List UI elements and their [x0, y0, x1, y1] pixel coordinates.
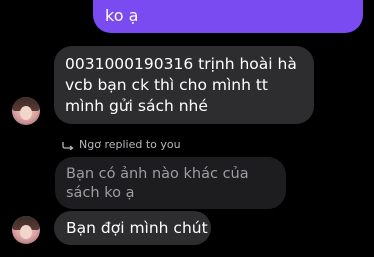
outgoing-message-text: ko ạ — [105, 6, 139, 25]
quoted-message-text: Bạn có ảnh nào khác của sách ko ạ — [66, 166, 249, 201]
reply-arrow-icon — [62, 141, 74, 150]
incoming-message-bubble[interactable]: Bạn đợi mình chút — [54, 211, 211, 245]
sender-avatar[interactable] — [12, 216, 40, 244]
chat-thread: ko ạ 0031000190316 trịnh hoài hà vcb bạn… — [0, 0, 374, 257]
reply-label: Ngơ replied to you — [79, 138, 181, 151]
quoted-message-bubble[interactable]: Bạn có ảnh nào khác của sách ko ạ — [55, 157, 286, 209]
incoming-message-text: Bạn đợi mình chút — [66, 219, 208, 237]
reply-indicator: Ngơ replied to you — [62, 138, 181, 151]
outgoing-message-bubble[interactable]: ko ạ — [93, 0, 363, 33]
sender-avatar[interactable] — [12, 97, 40, 125]
incoming-message-bubble[interactable]: 0031000190316 trịnh hoài hà vcb bạn ck t… — [54, 46, 314, 124]
incoming-message-text: 0031000190316 trịnh hoài hà vcb bạn ck t… — [65, 55, 297, 115]
